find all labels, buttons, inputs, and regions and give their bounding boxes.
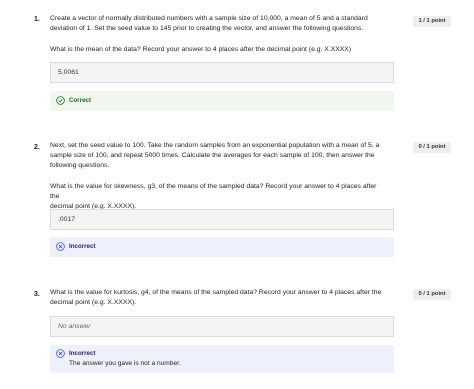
check-circle-icon: [56, 96, 65, 105]
answer-field[interactable]: 5.0061: [50, 62, 394, 83]
feedback-correct: Correct: [50, 91, 394, 111]
x-circle-icon: [56, 242, 65, 251]
question-number: 3.: [34, 291, 40, 298]
question-number: 1.: [34, 16, 40, 23]
points-badge: 0 / 1 point: [413, 289, 451, 300]
feedback-incorrect: Incorrect: [50, 237, 394, 257]
question-text: Next, set the seed value to 100. Take th…: [50, 142, 380, 169]
feedback-message: The answer you gave is not a number.: [69, 360, 181, 367]
feedback-status: Incorrect: [69, 243, 96, 250]
feedback-status: Correct: [69, 97, 92, 104]
question-text: What is the value for kurtosis, g4, of t…: [50, 289, 382, 306]
question-prompt: What is the mean of the data? Record you…: [50, 46, 352, 53]
answer-field[interactable]: .0017: [50, 209, 394, 230]
points-badge: 0 / 1 point: [413, 142, 451, 153]
question-prompt: What is the value for skewness, g3, of t…: [50, 183, 377, 210]
question-text: Create a vector of normally distributed …: [50, 15, 368, 32]
x-circle-icon: [56, 349, 65, 358]
points-badge: 1 / 1 point: [413, 16, 451, 27]
feedback-incorrect: Incorrect The answer you gave is not a n…: [50, 345, 394, 373]
question-number: 2.: [34, 144, 40, 151]
answer-field[interactable]: No answer: [50, 316, 394, 337]
